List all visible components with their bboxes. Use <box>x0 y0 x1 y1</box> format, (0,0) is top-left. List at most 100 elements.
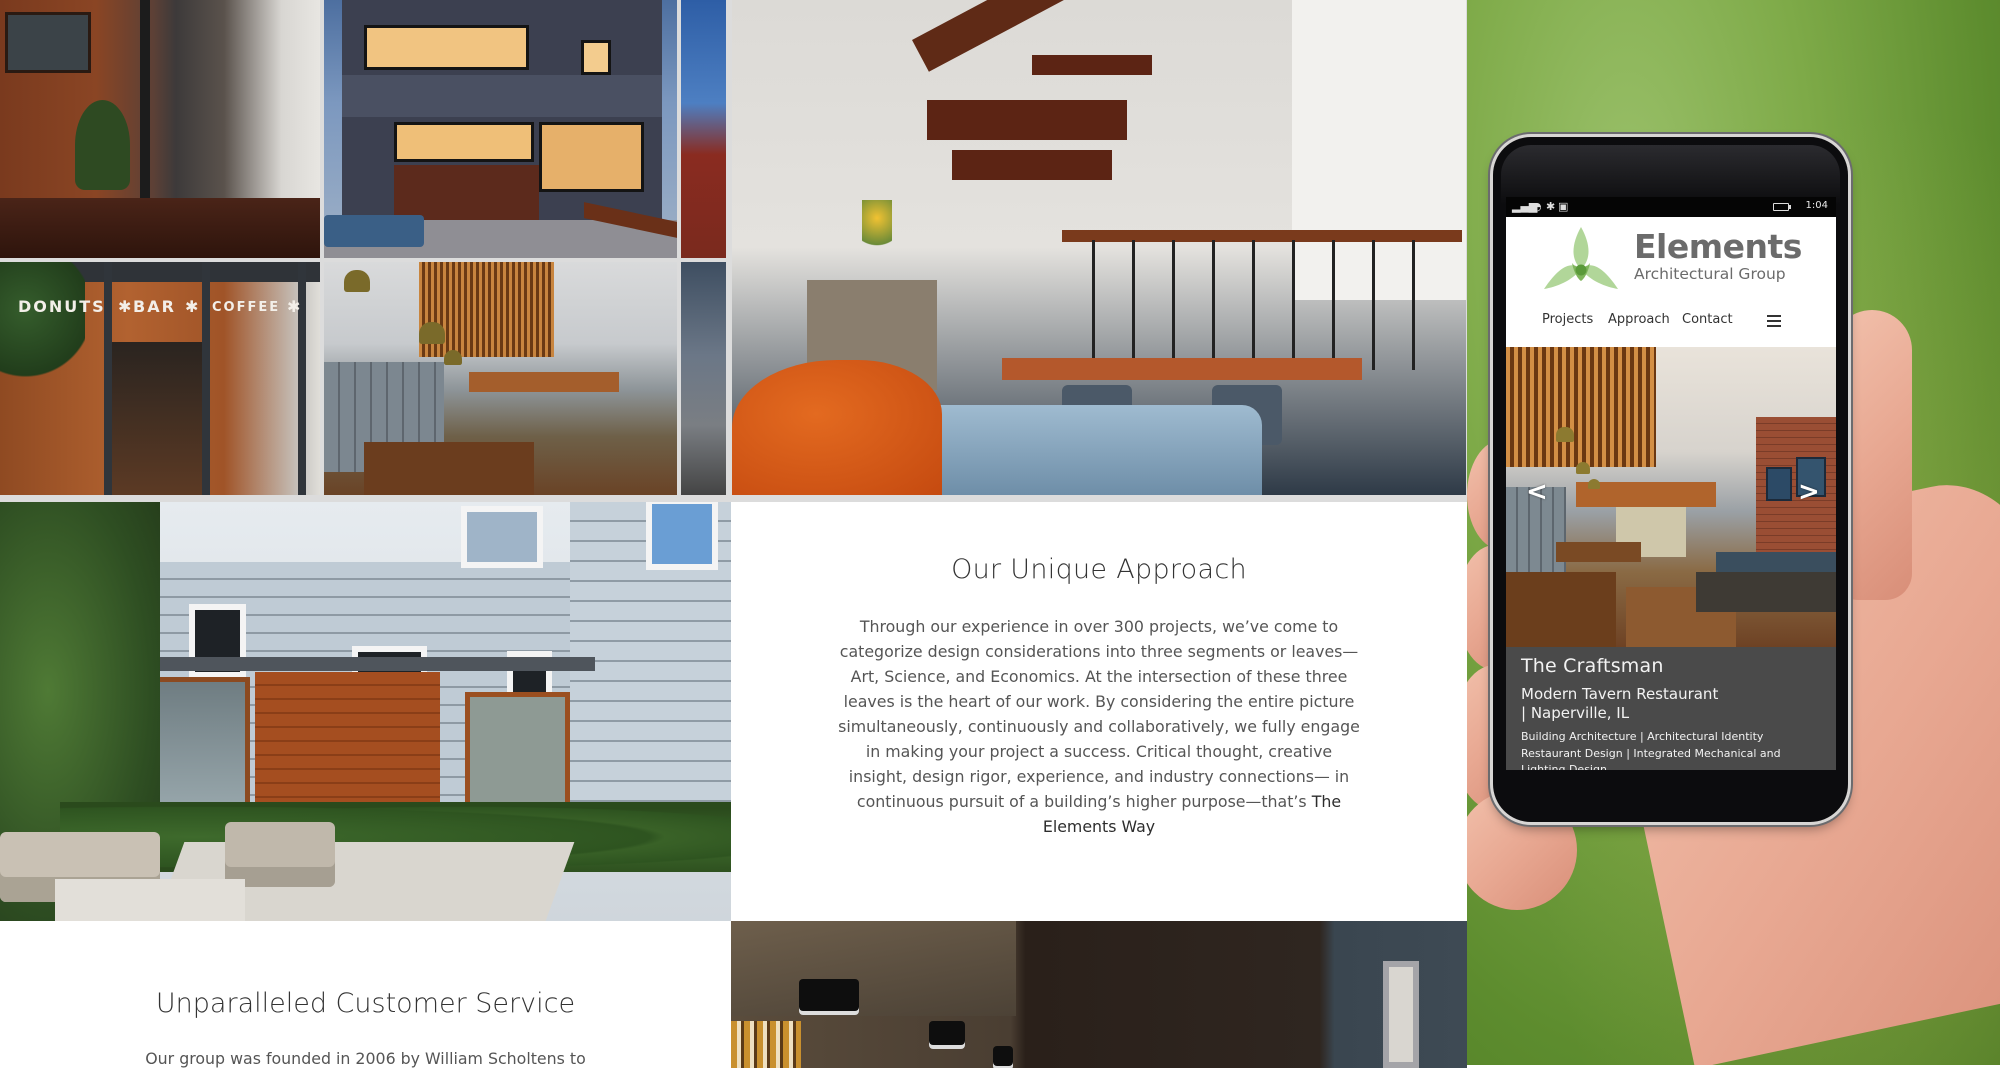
storefront-door <box>112 342 202 495</box>
photo-staircase-living-room[interactable] <box>732 0 1466 495</box>
smartphone: ▂▄▆ ◔ ✱ ▣ 1:04 Elements Architectural Gr… <box>1493 137 1848 822</box>
wood-beam <box>469 372 619 392</box>
stair-tread <box>927 100 1127 140</box>
window-mullion <box>202 262 210 495</box>
logo-leaf-top <box>1573 227 1589 269</box>
lit-window-lower <box>394 122 534 162</box>
sign-star: ✱ <box>287 297 303 316</box>
message-icon: ▣ <box>1558 200 1569 213</box>
nav-projects[interactable]: Projects <box>1542 312 1593 327</box>
customer-service-section: Unparalleled Customer Service Our group … <box>0 921 731 1068</box>
carousel-next-button[interactable]: > <box>1798 479 1820 505</box>
approach-heading: Our Unique Approach <box>951 554 1247 585</box>
stair-tread <box>1032 55 1152 75</box>
textured-ceiling <box>731 921 1016 1016</box>
battery-icon <box>1773 203 1791 211</box>
services-line: Restaurant Design | Integrated Mechanica… <box>1521 746 1781 760</box>
baluster <box>1252 240 1255 370</box>
orange-pillow <box>732 360 942 495</box>
phone-bezel-top <box>1501 145 1840 205</box>
white-wall <box>1292 0 1466 300</box>
site-header: Elements Architectural Group Projects Ap… <box>1506 217 1836 347</box>
baluster <box>1332 240 1335 370</box>
photo-storefront-donuts-bar-coffee[interactable]: DONUTS ✱ BAR ✱ COFFEE ✱ <box>0 262 320 495</box>
divider <box>0 495 1467 502</box>
communal-table <box>1506 572 1616 647</box>
handrail <box>1062 230 1462 242</box>
project-title[interactable]: The Craftsman <box>1521 655 1664 677</box>
logo-wordmark[interactable]: Elements <box>1634 229 1802 265</box>
tree-foliage <box>0 262 85 382</box>
pendant-lamp <box>444 350 462 365</box>
drum-pendant <box>799 979 859 1011</box>
stair-tread <box>952 150 1112 180</box>
lit-patio-doors <box>539 122 644 192</box>
pendant-lamp <box>1588 479 1600 489</box>
nav-contact[interactable]: Contact <box>1682 312 1733 327</box>
lit-window-side <box>581 40 611 75</box>
nav-approach[interactable]: Approach <box>1608 312 1670 327</box>
photo-interior-wood-courtyard[interactable] <box>0 0 320 258</box>
window <box>467 512 537 562</box>
baluster <box>1172 240 1175 370</box>
approach-body: Through our experience in over 300 proje… <box>836 614 1362 839</box>
baluster <box>1292 240 1295 370</box>
status-bar: ▂▄▆ ◔ ✱ ▣ 1:04 <box>1506 197 1836 217</box>
project-carousel[interactable]: < > <box>1506 347 1836 647</box>
slatted-ceiling <box>1506 347 1656 467</box>
hamburger-icon[interactable] <box>1767 315 1781 327</box>
wood-floor <box>0 198 320 258</box>
project-caption: The Craftsman Modern Tavern Restaurant |… <box>1506 647 1836 770</box>
elements-logo-icon[interactable] <box>1542 225 1620 291</box>
liquor-shelf <box>731 1021 801 1068</box>
photo-sky-sliver[interactable] <box>681 0 726 258</box>
lounge-chair <box>225 822 335 887</box>
communal-table <box>1556 542 1641 562</box>
logo-center <box>1575 264 1587 276</box>
dining-table <box>1002 358 1362 380</box>
photo-restaurant-interior[interactable] <box>324 262 677 495</box>
baluster <box>1132 240 1135 370</box>
sign-star: ✱ <box>185 297 201 316</box>
mobile-nav: Projects Approach Contact <box>1542 312 1812 334</box>
wifi-icon: ◔ <box>1532 200 1542 213</box>
dining-tables <box>1696 572 1836 612</box>
pendant-lamp <box>344 270 370 292</box>
photo-building-sliver[interactable] <box>681 262 726 495</box>
bluetooth-icon: ✱ <box>1546 200 1556 213</box>
approach-body-text: Through our experience in over 300 proje… <box>838 617 1360 811</box>
phone-screen: ▂▄▆ ◔ ✱ ▣ 1:04 Elements Architectural Gr… <box>1506 197 1836 770</box>
photo-modern-house-dusk[interactable] <box>324 0 677 258</box>
pendant-lamp <box>419 322 445 344</box>
wall-art <box>1766 467 1792 501</box>
baluster <box>1092 240 1095 370</box>
approach-section: Our Unique Approach Through our experien… <box>731 502 1467 921</box>
photo-bar-interior[interactable] <box>731 921 1467 1068</box>
patio-sofa <box>324 215 424 247</box>
window <box>5 12 91 73</box>
baluster <box>1212 240 1215 370</box>
sign-star: ✱ <box>118 297 134 316</box>
service-body: Our group was founded in 2006 by William… <box>145 1049 586 1068</box>
status-time: 1:04 <box>1805 200 1828 211</box>
wall-art <box>1383 961 1419 1068</box>
canopy <box>95 657 595 671</box>
carousel-prev-button[interactable]: < <box>1526 479 1548 505</box>
baluster <box>1372 240 1375 370</box>
orchid-plant <box>862 200 892 260</box>
website-collage: DONUTS ✱ BAR ✱ COFFEE ✱ Our Unique Appro… <box>0 0 1467 1068</box>
drum-pendant <box>993 1046 1013 1066</box>
project-services: Building Architecture | Architectural Id… <box>1521 729 1821 770</box>
photo-house-exterior[interactable] <box>0 502 731 921</box>
pendant-lamp <box>1576 462 1590 474</box>
coffee-table <box>55 879 245 921</box>
potted-plant <box>75 100 130 190</box>
service-heading: Unparalleled Customer Service <box>155 988 576 1019</box>
baluster <box>1412 240 1415 370</box>
drum-pendant <box>929 1021 965 1045</box>
sign-bar: BAR <box>133 297 176 316</box>
services-line: Building Architecture | Architectural Id… <box>1521 730 1764 743</box>
sign-donuts: DONUTS <box>18 297 106 316</box>
lit-window-upper <box>364 25 529 70</box>
siding-band <box>342 75 662 117</box>
